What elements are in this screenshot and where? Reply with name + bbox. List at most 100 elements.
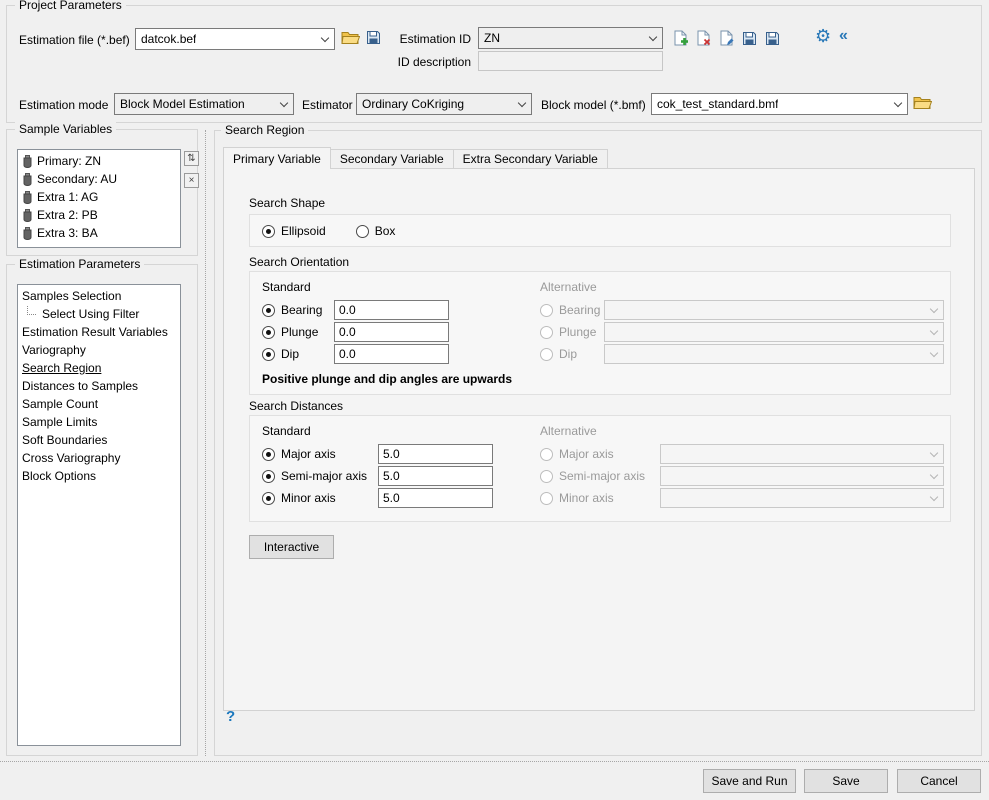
orientation-note: Positive plunge and dip angles are upwar… — [262, 372, 512, 386]
major-axis-alternative-combobox — [660, 444, 944, 464]
block-model-combobox[interactable]: cok_test_standard.bmf — [651, 93, 908, 115]
estimation-file-combobox[interactable]: datcok.bef — [135, 28, 335, 50]
rename-estimation-id-button[interactable] — [719, 30, 734, 46]
bearing-standard-radio[interactable] — [262, 304, 275, 317]
minor-axis-input[interactable] — [378, 488, 493, 508]
sample-variable-icon — [22, 191, 33, 204]
tree-connector — [27, 306, 36, 315]
box-radio[interactable] — [356, 225, 369, 238]
minor-axis-alternative-combobox — [660, 488, 944, 508]
id-description-label: ID description — [391, 55, 471, 69]
tab-primary-variable[interactable]: Primary Variable — [223, 147, 331, 169]
plunge-input[interactable] — [334, 322, 449, 342]
param-item-search-region[interactable]: Search Region — [18, 359, 180, 377]
estimator-value: Ordinary CoKriging — [362, 97, 464, 111]
sample-variables-list: Primary: ZN Secondary: AU Extra 1: AG Ex… — [17, 149, 181, 248]
dip-alternative-combobox — [604, 344, 944, 364]
chevron-down-icon — [925, 323, 943, 341]
plunge-alternative-label: Plunge — [559, 325, 596, 339]
reorder-variables-button[interactable]: ⇅ — [184, 151, 199, 166]
interactive-button[interactable]: Interactive — [249, 535, 334, 559]
open-estimation-file-button[interactable] — [341, 30, 360, 45]
sample-variables-title: Sample Variables — [15, 122, 116, 136]
estimation-mode-combobox[interactable]: Block Model Estimation — [114, 93, 294, 115]
edit-document-icon — [719, 30, 734, 46]
plunge-alternative-combobox — [604, 322, 944, 342]
sample-variables-group: Sample Variables Primary: ZN Secondary: … — [6, 129, 198, 256]
floppy-disk-icon — [742, 31, 757, 46]
estimator-combobox[interactable]: Ordinary CoKriging — [356, 93, 532, 115]
new-estimation-id-button[interactable] — [673, 30, 688, 46]
list-item[interactable]: Primary: ZN — [18, 152, 180, 170]
ellipsoid-radio[interactable] — [262, 225, 275, 238]
param-item-distances-to-samples[interactable]: Distances to Samples — [18, 377, 180, 395]
help-icon[interactable]: ? — [226, 708, 235, 725]
open-block-model-button[interactable] — [913, 95, 932, 110]
estimation-parameters-list: Samples Selection Select Using Filter Es… — [17, 284, 181, 746]
semi-major-axis-alternative-radio — [540, 470, 553, 483]
dip-input[interactable] — [334, 344, 449, 364]
chevron-down-icon — [925, 345, 943, 363]
semi-major-axis-alternative-combobox — [660, 466, 944, 486]
standard-heading: Standard — [262, 280, 311, 294]
major-axis-input[interactable] — [378, 444, 493, 464]
list-item[interactable]: Extra 1: AG — [18, 188, 180, 206]
minor-axis-standard-radio[interactable] — [262, 492, 275, 505]
estimator-label: Estimator — [302, 98, 353, 112]
search-region-tabs: Primary Variable Secondary Variable Extr… — [223, 147, 607, 169]
tab-extra-secondary-variable[interactable]: Extra Secondary Variable — [453, 149, 608, 168]
gear-icon: ⚙ — [815, 26, 831, 47]
param-item-estimation-result-variables[interactable]: Estimation Result Variables — [18, 323, 180, 341]
dip-alternative-radio — [540, 348, 553, 361]
floppy-disk-icon — [765, 31, 780, 46]
list-item[interactable]: Extra 3: BA — [18, 224, 180, 242]
save-estimation-id-button[interactable] — [742, 30, 757, 46]
param-item-sample-limits[interactable]: Sample Limits — [18, 413, 180, 431]
list-item[interactable]: Extra 2: PB — [18, 206, 180, 224]
vertical-splitter[interactable] — [205, 130, 206, 756]
chevron-down-icon — [275, 94, 293, 114]
param-item-soft-boundaries[interactable]: Soft Boundaries — [18, 431, 180, 449]
bearing-input[interactable] — [334, 300, 449, 320]
box-label: Box — [375, 224, 396, 238]
bearing-alternative-combobox — [604, 300, 944, 320]
estimation-parameters-group: Estimation Parameters Samples Selection … — [6, 264, 198, 756]
primary-variable-panel: Search Shape Ellipsoid Box Search Orient… — [223, 168, 975, 711]
param-item-sample-count[interactable]: Sample Count — [18, 395, 180, 413]
dip-standard-radio[interactable] — [262, 348, 275, 361]
horizontal-splitter[interactable] — [0, 761, 989, 762]
alternative-heading: Alternative — [540, 424, 597, 438]
semi-major-axis-input[interactable] — [378, 466, 493, 486]
param-item-samples-selection[interactable]: Samples Selection — [18, 287, 180, 305]
chevron-down-icon — [644, 28, 662, 48]
save-as-estimation-id-button[interactable] — [765, 30, 780, 46]
chevron-down-icon — [925, 467, 943, 485]
semi-major-axis-standard-radio[interactable] — [262, 470, 275, 483]
major-axis-alternative-label: Major axis — [559, 447, 614, 461]
settings-gear-button[interactable]: ⚙ — [815, 26, 831, 47]
plunge-standard-radio[interactable] — [262, 326, 275, 339]
plunge-alternative-radio — [540, 326, 553, 339]
remove-variable-button[interactable]: × — [184, 173, 199, 188]
cancel-button[interactable]: Cancel — [897, 769, 981, 793]
collapse-panel-button[interactable]: « — [839, 27, 848, 45]
chevron-down-icon — [925, 489, 943, 507]
save-and-run-button[interactable]: Save and Run — [703, 769, 796, 793]
major-axis-standard-radio[interactable] — [262, 448, 275, 461]
tab-secondary-variable[interactable]: Secondary Variable — [330, 149, 454, 168]
dip-alternative-label: Dip — [559, 347, 577, 361]
list-item[interactable]: Secondary: AU — [18, 170, 180, 188]
param-item-select-using-filter[interactable]: Select Using Filter — [18, 305, 180, 323]
semi-major-axis-label: Semi-major axis — [281, 469, 367, 483]
delete-estimation-id-button[interactable] — [696, 30, 711, 46]
major-axis-label: Major axis — [281, 447, 336, 461]
param-item-block-options[interactable]: Block Options — [18, 467, 180, 485]
save-button[interactable]: Save — [804, 769, 888, 793]
chevron-down-icon — [513, 94, 531, 114]
param-item-variography[interactable]: Variography — [18, 341, 180, 359]
save-estimation-file-button[interactable] — [366, 30, 381, 45]
chevron-down-icon — [925, 301, 943, 319]
param-item-cross-variography[interactable]: Cross Variography — [18, 449, 180, 467]
project-parameters-group: Project Parameters Estimation file (*.be… — [6, 5, 982, 123]
estimation-id-combobox[interactable]: ZN — [478, 27, 663, 49]
